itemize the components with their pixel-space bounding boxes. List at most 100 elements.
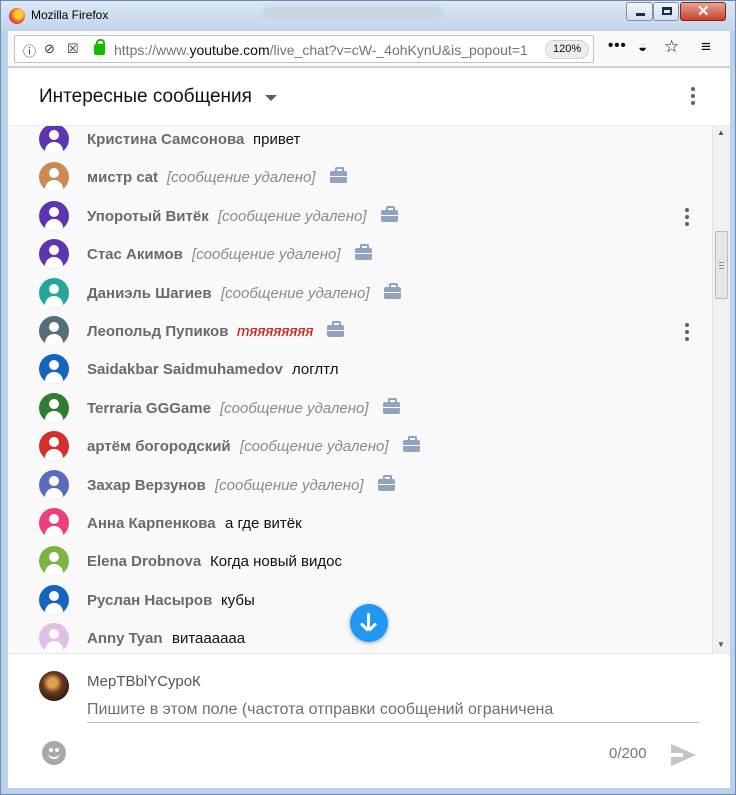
scroll-to-bottom-button[interactable] [350, 604, 388, 642]
avatar[interactable] [39, 277, 69, 308]
list-item[interactable]: Леопольд Пупиков тяяяяяяяя [8, 314, 712, 352]
avatar[interactable] [39, 316, 69, 346]
window-title: Mozilla Firefox [31, 8, 109, 22]
deleted-message-text: [сообщение удалено] [167, 169, 316, 187]
message-author[interactable]: Elena Drobnova [87, 553, 201, 570]
deleted-message-text: [сообщение удалено] [192, 246, 341, 264]
list-item[interactable]: артём богородский [сообщение удалено] [8, 429, 712, 467]
list-item[interactable]: Стас Акимов [сообщение удалено] [8, 237, 712, 275]
list-item[interactable]: Даниэль Шагиев [сообщение удалено] [8, 276, 712, 314]
title-bar: Mozilla Firefox ✕ [1, 1, 735, 31]
list-item[interactable]: Кристина Самсонова привет [8, 126, 712, 160]
moderator-briefcase-icon [377, 474, 395, 491]
message-author[interactable]: Saidakbar Saidmuhamedov [87, 361, 283, 378]
url-bar[interactable]: ⓘ ⊘ ☒ https://www.youtube.com/live_chat?… [14, 35, 594, 63]
message-text: а где витёк [225, 515, 302, 532]
lock-icon[interactable] [94, 39, 105, 55]
avatar[interactable] [39, 392, 69, 423]
character-counter: 0/200 [609, 745, 647, 762]
minimize-icon [636, 13, 645, 16]
message-text: привет [253, 131, 301, 148]
avatar[interactable] [39, 239, 69, 270]
list-item[interactable]: Упоротый Витёк [сообщение удалено] [8, 199, 712, 237]
message-author[interactable]: Terraria GGGame [87, 400, 211, 417]
deleted-message-text: [сообщение удалено] [218, 207, 367, 225]
send-icon[interactable] [671, 744, 696, 766]
scrollbar-thumb[interactable] [715, 231, 728, 299]
message-author[interactable]: Захар Верзунов [87, 477, 206, 494]
page-actions-icon[interactable]: ••• [608, 37, 627, 54]
message-author[interactable]: мистр cat [87, 169, 158, 186]
deleted-message-text: [сообщение удалено] [240, 438, 389, 456]
avatar[interactable] [39, 162, 69, 193]
live-chat-page: Интересные сообщения Кристина Самсонова п… [8, 68, 730, 788]
moderator-briefcase-icon [383, 282, 401, 299]
message-composer: МерТВblYСуроК 0/200 [8, 653, 730, 788]
avatar[interactable] [39, 354, 69, 385]
close-button[interactable]: ✕ [680, 2, 726, 21]
chat-mode-title[interactable]: Интересные сообщения [39, 86, 252, 108]
deleted-message-text: [сообщение удалено] [220, 399, 369, 417]
moderator-briefcase-icon [382, 397, 400, 414]
list-item[interactable]: Terraria GGGame [сообщение удалено] [8, 391, 712, 429]
message-author[interactable]: Anny Tyan [87, 630, 163, 647]
message-menu-icon[interactable] [685, 207, 689, 228]
avatar[interactable] [39, 200, 69, 231]
message-list: Кристина Самсонова привет мистр cat [сообще… [8, 126, 712, 653]
current-user-name: МерТВblYСуроК [87, 673, 201, 690]
message-author[interactable]: Стас Акимов [87, 246, 183, 263]
close-icon: ✕ [697, 3, 710, 20]
moderator-briefcase-icon [329, 167, 347, 184]
avatar[interactable] [39, 584, 69, 615]
message-author[interactable]: Даниэль Шагиев [87, 285, 212, 302]
message-text: Когда новый видос [210, 553, 343, 571]
url-text[interactable]: https://www.youtube.com/live_chat?v=cW-_… [114, 42, 534, 58]
scroll-down-arrow-icon[interactable]: ▼ [717, 640, 725, 649]
autoplay-blocked-icon[interactable]: ⊘ [44, 41, 55, 57]
avatar [39, 671, 69, 701]
avatar[interactable] [39, 126, 69, 154]
browser-window: Mozilla Firefox ✕ ⓘ ⊘ ☒ https://www.yout… [0, 0, 736, 795]
message-author[interactable]: Руслан Насыров [87, 592, 212, 609]
avatar[interactable] [39, 623, 69, 653]
message-text: кубы [221, 591, 255, 609]
message-author[interactable]: Леопольд Пупиков [87, 323, 228, 340]
hamburger-menu-icon[interactable]: ≡ [701, 37, 711, 57]
navigation-toolbar: ⓘ ⊘ ☒ https://www.youtube.com/live_chat?… [8, 31, 730, 67]
message-author[interactable]: Анна Карпенкова [87, 515, 216, 532]
list-item[interactable]: мистр cat [сообщение удалено] [8, 160, 712, 198]
minimize-button[interactable] [626, 2, 653, 21]
moderator-briefcase-icon [402, 436, 420, 453]
tracking-icon[interactable]: ☒ [67, 41, 79, 57]
scroll-up-arrow-icon[interactable]: ▲ [717, 128, 725, 137]
deleted-message-text: [сообщение удалено] [221, 284, 370, 302]
message-text: тяяяяяяяя [237, 323, 314, 340]
pocket-icon[interactable]: ◒ [638, 39, 647, 56]
chevron-down-icon[interactable] [265, 95, 277, 101]
list-item[interactable]: Анна Карпенкова а где витёк [8, 506, 712, 544]
zoom-indicator[interactable]: 120% [545, 40, 590, 59]
chat-input[interactable] [87, 697, 699, 723]
message-menu-icon[interactable] [685, 323, 689, 343]
list-item[interactable]: Elena Drobnova Когда новый видос [8, 544, 712, 582]
blurred-title-text [263, 7, 443, 19]
chat-options-icon[interactable] [691, 87, 695, 107]
list-item[interactable]: Saidakbar Saidmuhamedov логлтл [8, 352, 712, 390]
message-author[interactable]: Упоротый Витёк [87, 208, 209, 225]
info-icon[interactable]: ⓘ [23, 41, 36, 60]
bookmark-star-icon[interactable]: ☆ [664, 37, 679, 57]
avatar[interactable] [39, 546, 69, 577]
emoji-icon[interactable] [42, 741, 66, 765]
message-author[interactable]: Кристина Самсонова [87, 131, 244, 148]
chat-header: Интересные сообщения [8, 68, 730, 126]
list-item[interactable]: Захар Верзунов [сообщение удалено] [8, 468, 712, 506]
avatar[interactable] [39, 508, 69, 538]
maximize-icon [662, 7, 672, 15]
avatar[interactable] [39, 431, 69, 462]
moderator-briefcase-icon [380, 205, 398, 222]
maximize-button[interactable] [653, 2, 679, 21]
avatar[interactable] [39, 469, 69, 500]
message-author[interactable]: артём богородский [87, 438, 231, 455]
message-text: витаааааа [172, 630, 246, 648]
scrollbar[interactable]: ▲ ▼ [712, 126, 730, 653]
